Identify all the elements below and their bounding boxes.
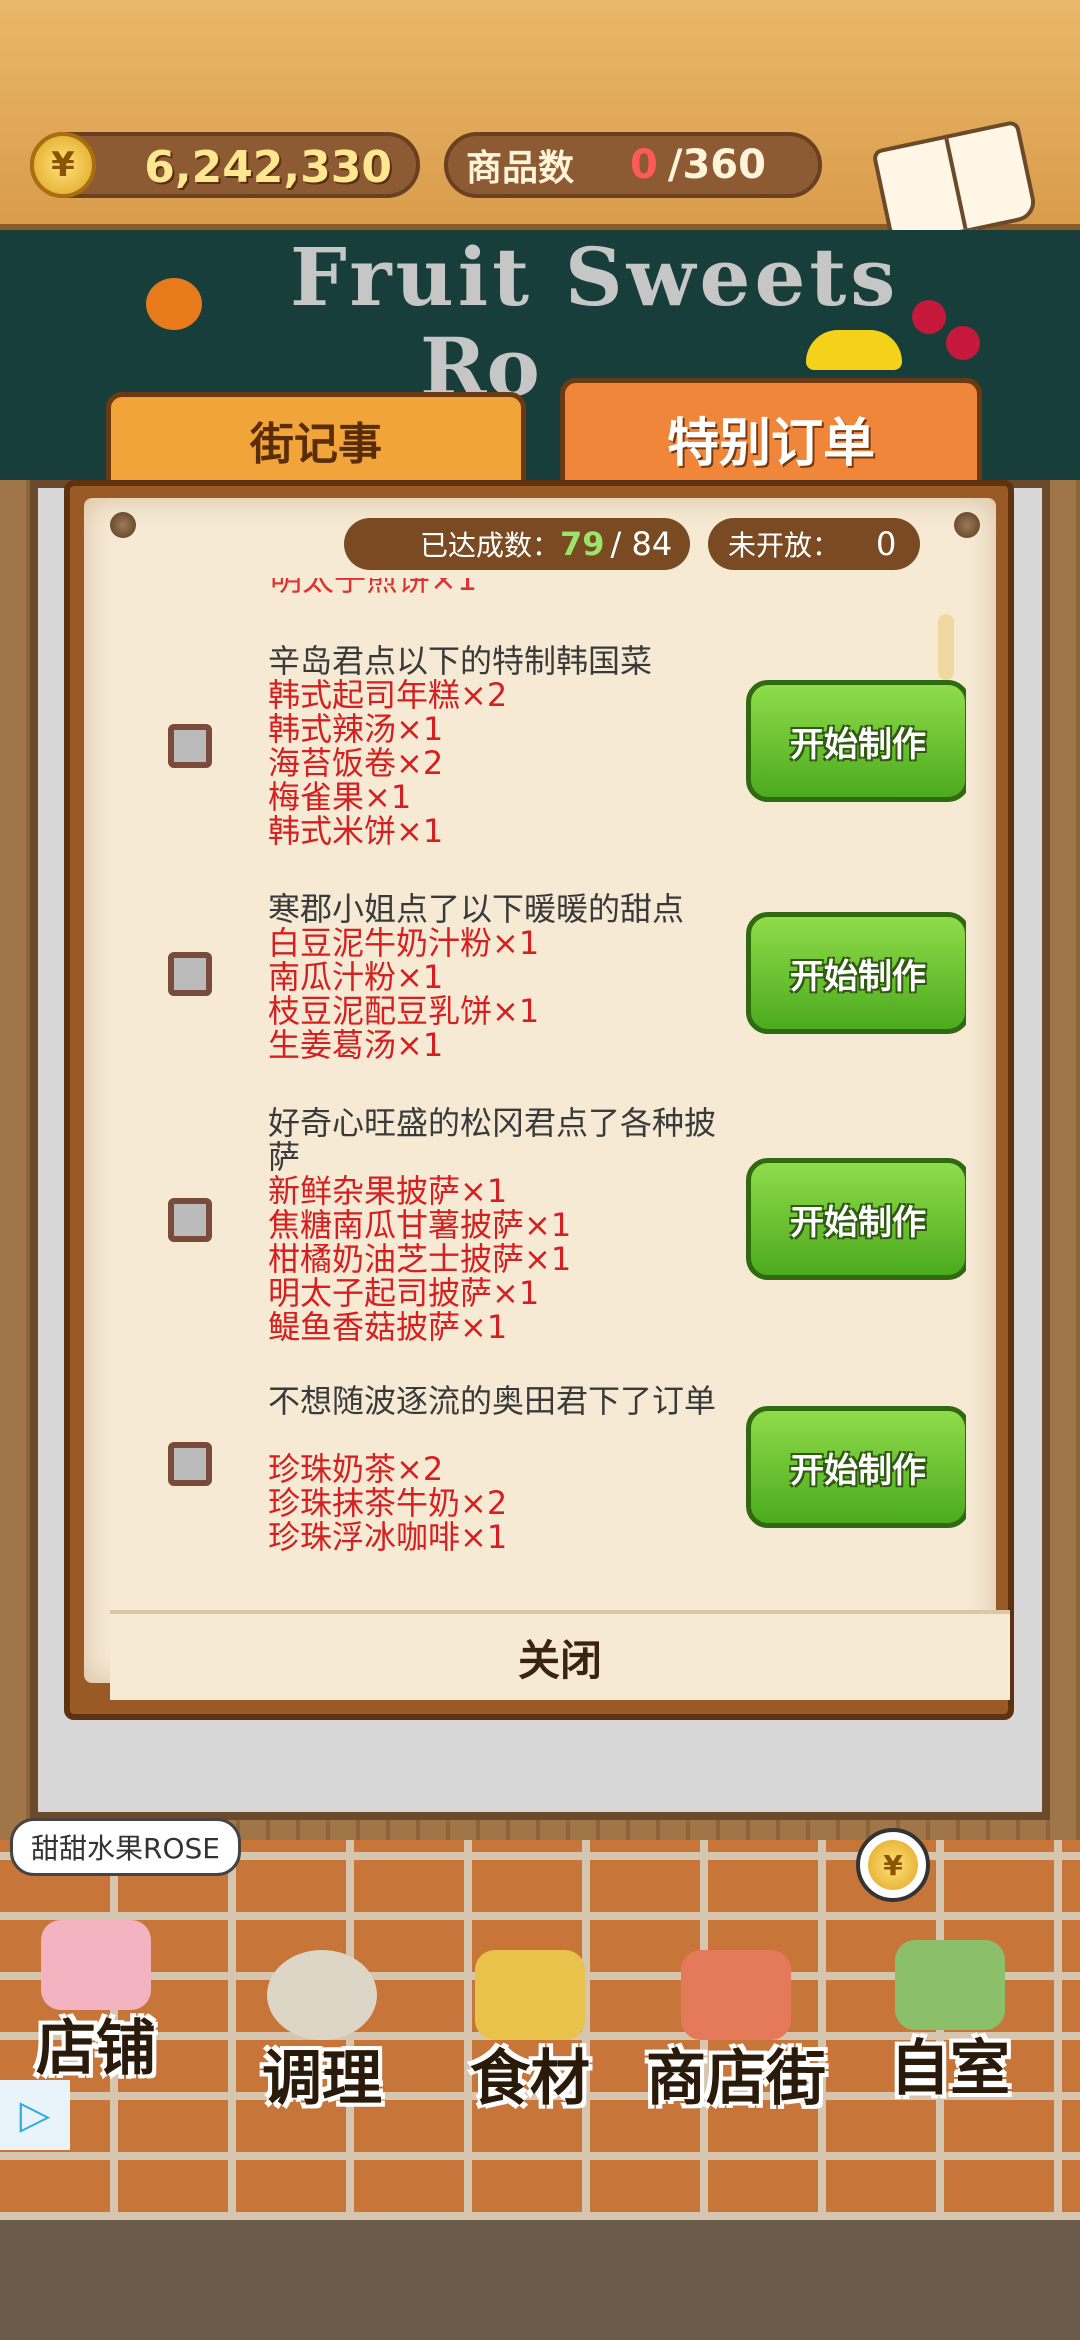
- order-checkbox[interactable]: [168, 1442, 212, 1486]
- order-item: 南瓜汁粉×1: [268, 958, 444, 996]
- order-items: 白豆泥牛奶汁粉×1 南瓜汁粉×1 枝豆泥配豆乳饼×1 生姜葛汤×1: [268, 926, 539, 1062]
- order-item: 鳀鱼香菇披萨×1: [268, 1308, 508, 1346]
- order-item: 白豆泥牛奶汁粉×1: [268, 924, 540, 962]
- yen-coin-icon: ¥: [868, 1840, 918, 1890]
- closed-count: 未开放： 0: [708, 518, 920, 570]
- flour-sack-icon: [475, 1950, 585, 2040]
- order-list[interactable]: 明太子煎饼×1 辛岛君点以下的特制韩国菜 韩式起司年糕×2 韩式辣汤×1 海苔饭…: [110, 578, 966, 1578]
- start-cooking-button[interactable]: 开始制作: [746, 680, 966, 802]
- goods-max: /360: [667, 142, 766, 188]
- start-cooking-button[interactable]: 开始制作: [746, 1406, 966, 1528]
- pin-icon: [110, 512, 136, 538]
- order-item: 梅雀果×1: [268, 778, 412, 816]
- order-items: 新鲜杂果披萨×1 焦糖南瓜甘薯披萨×1 柑橘奶油芝士披萨×1 明太子起司披萨×1…: [268, 1174, 571, 1344]
- goods-count: 0: [630, 142, 658, 188]
- pin-icon: [954, 512, 980, 538]
- nav-label: 商店街: [646, 2044, 826, 2114]
- order-checkbox[interactable]: [168, 724, 212, 768]
- staff-door-icon: [895, 1940, 1005, 2030]
- order-item: 韩式辣汤×1: [268, 710, 444, 748]
- floor: [0, 2220, 1080, 2340]
- order-title: 好奇心旺盛的松冈君点了各种披萨: [268, 1104, 717, 1176]
- order-item: 焦糖南瓜甘薯披萨×1: [268, 1206, 572, 1244]
- cherry-icon: [912, 300, 946, 334]
- order-item: 枝豆泥配豆乳饼×1: [268, 992, 540, 1030]
- money-display: ¥ 6,242,330: [30, 132, 420, 198]
- achieved-count: 已达成数： 79 / 84: [344, 518, 690, 570]
- top-bar: ¥ 6,242,330 商品数 0 /360 食谱: [0, 0, 1080, 286]
- cake-icon: [41, 1920, 151, 2010]
- achieved-total: / 84: [610, 525, 673, 563]
- order-checkbox[interactable]: [168, 1198, 212, 1242]
- order-items: 韩式起司年糕×2 韩式辣汤×1 海苔饭卷×2 梅雀果×1 韩式米饼×1: [268, 678, 507, 848]
- achieved-label: 已达成数：: [420, 529, 561, 562]
- nav-label: 食材: [470, 2044, 590, 2114]
- order-item: 珍珠奶茶×2: [268, 1450, 444, 1488]
- close-button[interactable]: 关闭: [110, 1610, 1010, 1700]
- nav-label: 调理: [262, 2044, 382, 2114]
- closed-label: 未开放：: [728, 529, 841, 562]
- order-item: 柑橘奶油芝士披萨×1: [268, 1240, 572, 1278]
- nav-ingredients[interactable]: 食材: [470, 1950, 590, 2117]
- money-value: 6,242,330: [144, 142, 392, 193]
- order-checkbox[interactable]: [168, 952, 212, 996]
- start-cooking-button[interactable]: 开始制作: [746, 912, 966, 1034]
- order-item: 明太子起司披萨×1: [268, 1274, 540, 1312]
- goods-count-display: 商品数 0 /360: [444, 132, 822, 198]
- orange-icon: [146, 278, 202, 330]
- order-items: 珍珠奶茶×2 珍珠抹茶牛奶×2 珍珠浮冰咖啡×1: [268, 1452, 507, 1554]
- tab-street-news[interactable]: 街记事: [106, 392, 526, 488]
- order-item: 韩式米饼×1: [268, 812, 444, 850]
- order-item: 珍珠浮冰咖啡×1: [268, 1518, 508, 1556]
- mixing-bowl-icon: [267, 1950, 377, 2040]
- order-item: 新鲜杂果披萨×1: [268, 1172, 508, 1210]
- achieved-value: 79: [560, 525, 605, 563]
- ad-choices-icon[interactable]: ▷: [0, 2080, 70, 2150]
- yen-coin-icon: ¥: [30, 132, 96, 198]
- scrollbar[interactable]: [938, 614, 954, 680]
- cherry-icon: [946, 326, 980, 360]
- shop-name-badge: 甜甜水果ROSE: [10, 1818, 241, 1876]
- nav-label: 自室: [890, 2034, 1010, 2104]
- nav-label: 店铺: [36, 2014, 156, 2084]
- earnings-bubble[interactable]: ¥: [856, 1828, 930, 1902]
- close-label: 关闭: [517, 1635, 602, 1685]
- nav-cooking[interactable]: 调理: [262, 1950, 382, 2117]
- order-title: 辛岛君点以下的特制韩国菜: [268, 642, 653, 680]
- start-cooking-button[interactable]: 开始制作: [746, 1158, 966, 1280]
- nav-shopping-street[interactable]: 商店街: [646, 1950, 826, 2117]
- banana-icon: [806, 330, 902, 370]
- shop-sign: Fruit Sweets: [290, 230, 900, 324]
- closed-value: 0: [876, 525, 897, 563]
- nav-my-room[interactable]: 自室: [890, 1940, 1010, 2107]
- cut-off-order-item: 明太子煎饼×1: [270, 578, 478, 598]
- order-item: 海苔饭卷×2: [268, 744, 444, 782]
- order-title: 不想随波逐流的奥田君下了订单: [268, 1382, 717, 1420]
- goods-label: 商品数: [466, 148, 575, 189]
- order-item: 珍珠抹茶牛奶×2: [268, 1484, 508, 1522]
- order-item: 韩式起司年糕×2: [268, 676, 508, 714]
- nav-shop[interactable]: 店铺: [36, 1920, 156, 2087]
- storefront-icon: [681, 1950, 791, 2040]
- order-item: 生姜葛汤×1: [268, 1026, 444, 1064]
